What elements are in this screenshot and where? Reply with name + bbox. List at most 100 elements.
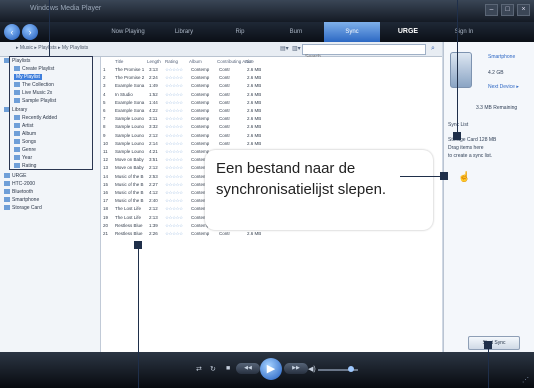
table-row[interactable]: 3 Example Sona 1:49 Contemp Contr 2.6 MB ☆☆☆☆☆ bbox=[101, 83, 351, 90]
tab-urge[interactable]: URGE bbox=[380, 22, 436, 42]
tab-library[interactable]: Library bbox=[156, 22, 212, 42]
table-row[interactable]: 8 Sample Louno 3:32 Contemp Contr 2.6 MB ☆☆☆☆☆ bbox=[101, 124, 351, 131]
rating-stars-icon[interactable]: ☆☆☆☆☆ bbox=[165, 206, 183, 212]
track-number: 17 bbox=[103, 198, 109, 204]
resize-grip-icon[interactable]: ⋰ bbox=[522, 376, 529, 384]
rating-stars-icon[interactable]: ☆☆☆☆☆ bbox=[165, 116, 183, 122]
table-row[interactable]: 1 The Promise 1 3:13 Contemp Contr 2.6 MB ☆☆☆☆… bbox=[101, 67, 351, 74]
next-device-link[interactable]: Next Device ▸ bbox=[488, 84, 519, 90]
column-header-album[interactable]: Album bbox=[189, 59, 202, 64]
track-title: Move on Baby bbox=[115, 157, 144, 163]
start-sync-button[interactable]: Start Sync bbox=[468, 336, 520, 350]
stop-icon[interactable]: ■ bbox=[226, 365, 230, 372]
rating-stars-icon[interactable]: ☆☆☆☆☆ bbox=[165, 223, 183, 229]
device-name[interactable]: Smartphone bbox=[488, 54, 515, 60]
rating-stars-icon[interactable]: ☆☆☆☆☆ bbox=[165, 157, 183, 163]
rating-stars-icon[interactable]: ☆☆☆☆☆ bbox=[165, 215, 183, 221]
next-button[interactable]: ▶▶ bbox=[284, 363, 308, 374]
rating-stars-icon[interactable]: ☆☆☆☆☆ bbox=[165, 149, 183, 155]
track-album: Contemp bbox=[191, 91, 210, 97]
track-length: 2:14 bbox=[149, 140, 158, 146]
table-row[interactable]: 9 Sample Louno 2:12 Contemp Contr 2.6 MB ☆☆☆☆☆ bbox=[101, 133, 351, 140]
track-album: Contemp bbox=[191, 67, 210, 72]
forward-button[interactable]: › bbox=[22, 24, 38, 40]
table-row[interactable]: 21 Restless Blue 2:26 Contemp Contr 2.6 MB ☆☆☆… bbox=[101, 231, 351, 238]
tree-item-smartphone[interactable]: Smartphone bbox=[4, 197, 39, 203]
track-number: 13 bbox=[103, 165, 109, 171]
play-button[interactable]: ▶ bbox=[260, 358, 282, 380]
search-icon[interactable]: ⌕ bbox=[428, 44, 438, 54]
free-space-text: 3.3 MB Remaining bbox=[476, 105, 518, 111]
rating-stars-icon[interactable]: ☆☆☆☆☆ bbox=[165, 83, 183, 89]
rating-stars-icon[interactable]: ☆☆☆☆☆ bbox=[165, 190, 183, 196]
track-title: Example Sona bbox=[115, 83, 145, 89]
tree-item-urge[interactable]: URGE bbox=[4, 173, 26, 179]
tree-item-label: HTC-2000 bbox=[12, 181, 36, 187]
track-length: 4:22 bbox=[149, 108, 158, 113]
track-length: 2:12 bbox=[149, 206, 158, 212]
table-row[interactable]: 4 In Studio 1:52 Contemp Contr 2.6 MB ☆☆☆☆☆ bbox=[101, 92, 351, 99]
tree-item-bluetooth[interactable]: Bluetooth bbox=[4, 189, 33, 195]
layout-options-icon[interactable]: ▥▾ bbox=[292, 45, 301, 52]
close-button[interactable]: × bbox=[517, 4, 530, 16]
rating-stars-icon[interactable]: ☆☆☆☆☆ bbox=[165, 133, 183, 139]
column-header-length[interactable]: Length bbox=[147, 59, 161, 64]
track-title: Music of the B bbox=[115, 198, 144, 204]
rating-stars-icon[interactable]: ☆☆☆☆☆ bbox=[165, 231, 183, 237]
rating-stars-icon[interactable]: ☆☆☆☆☆ bbox=[165, 75, 183, 81]
rating-stars-icon[interactable]: ☆☆☆☆☆ bbox=[165, 100, 183, 106]
track-number: 8 bbox=[103, 124, 106, 130]
track-album: Contemp bbox=[191, 231, 210, 236]
window-controls: – □ × bbox=[485, 4, 530, 16]
track-number: 19 bbox=[103, 214, 109, 220]
tree-item-storage-card[interactable]: Storage Card bbox=[4, 205, 42, 211]
track-title: Restless Blue bbox=[115, 231, 143, 236]
column-header-rating[interactable]: Rating bbox=[165, 59, 178, 64]
track-length: 2:27 bbox=[149, 181, 158, 187]
tree-item-htc[interactable]: HTC-2000 bbox=[4, 181, 35, 187]
breadcrumb[interactable]: ▸ Music ▸ Playlists ▸ My Playlists bbox=[16, 45, 88, 51]
track-length: 3:51 bbox=[149, 157, 158, 163]
back-button[interactable]: ‹ bbox=[4, 24, 20, 40]
track-artist: Contr bbox=[219, 91, 231, 97]
table-row[interactable]: 5 Example Sona 1:44 Contemp Contr 2.6 MB ☆☆☆☆☆ bbox=[101, 100, 351, 107]
rating-stars-icon[interactable]: ☆☆☆☆☆ bbox=[165, 124, 183, 130]
table-row[interactable]: 6 Example Sona 4:22 Contemp Contr 2.6 MB ☆☆☆☆☆ bbox=[101, 108, 351, 115]
tab-burn[interactable]: Burn bbox=[268, 22, 324, 42]
shuffle-icon[interactable]: ⇄ bbox=[196, 365, 202, 373]
column-header-title[interactable]: Title bbox=[115, 59, 123, 64]
previous-button[interactable]: ◀◀ bbox=[236, 363, 260, 374]
track-length: 2:24 bbox=[149, 75, 158, 81]
volume-slider-handle[interactable] bbox=[348, 366, 354, 372]
track-length: 1:39 bbox=[149, 222, 158, 228]
track-length: 2:12 bbox=[149, 165, 158, 171]
volume-icon[interactable]: ◀) bbox=[308, 365, 316, 373]
rating-stars-icon[interactable]: ☆☆☆☆☆ bbox=[165, 198, 183, 204]
tab-sync[interactable]: Sync bbox=[324, 22, 380, 42]
tab-rip[interactable]: Rip bbox=[212, 22, 268, 42]
rating-stars-icon[interactable]: ☆☆☆☆☆ bbox=[165, 165, 183, 171]
repeat-icon[interactable]: ↻ bbox=[210, 365, 216, 373]
rating-stars-icon[interactable]: ☆☆☆☆☆ bbox=[165, 67, 183, 73]
track-number: 3 bbox=[103, 83, 106, 89]
maximize-button[interactable]: □ bbox=[501, 4, 514, 16]
track-artist: Contr bbox=[219, 124, 231, 130]
table-row[interactable]: 10 Sample Louno 2:14 Contemp Contr 2.6 MB ☆☆☆☆… bbox=[101, 141, 351, 148]
tab-now-playing[interactable]: Now Playing bbox=[100, 22, 156, 42]
device-capacity: 4.2 GB bbox=[488, 70, 504, 76]
rating-stars-icon[interactable]: ☆☆☆☆☆ bbox=[165, 108, 183, 114]
track-length: 4:21 bbox=[149, 149, 158, 154]
table-row[interactable]: 7 Sample Louno 3:11 Contemp Contr 2.6 MB ☆☆☆☆☆ bbox=[101, 116, 351, 123]
rating-stars-icon[interactable]: ☆☆☆☆☆ bbox=[165, 182, 183, 188]
column-header-size[interactable]: Size bbox=[245, 59, 254, 64]
track-number: 10 bbox=[103, 140, 109, 146]
minimize-button[interactable]: – bbox=[485, 4, 498, 16]
track-artist: Contr bbox=[219, 116, 231, 122]
rating-stars-icon[interactable]: ☆☆☆☆☆ bbox=[165, 92, 183, 98]
track-number: 2 bbox=[103, 75, 106, 81]
view-options-icon[interactable]: ▤▾ bbox=[280, 45, 289, 52]
rating-stars-icon[interactable]: ☆☆☆☆☆ bbox=[165, 141, 183, 147]
rating-stars-icon[interactable]: ☆☆☆☆☆ bbox=[165, 174, 183, 180]
table-row[interactable]: 2 The Promise 2 2:24 Contemp Contr 2.6 MB ☆☆☆☆… bbox=[101, 75, 351, 82]
tab-sign-in[interactable]: Sign In bbox=[436, 22, 492, 42]
